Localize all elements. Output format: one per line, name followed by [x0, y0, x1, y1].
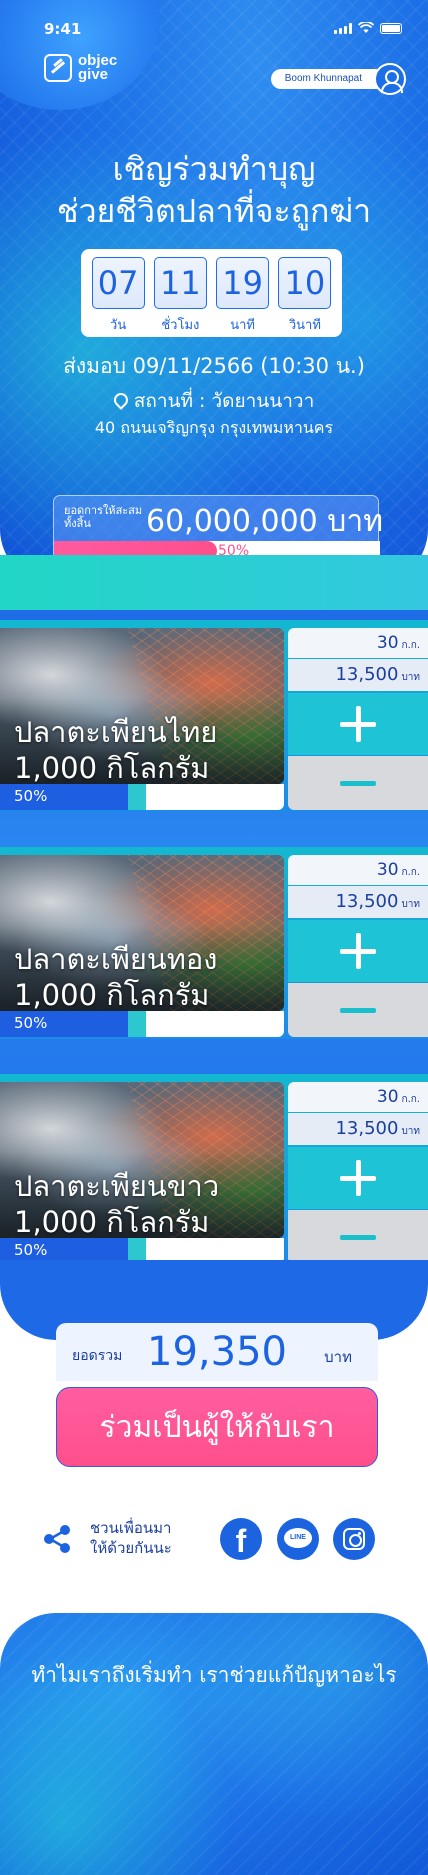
countdown-hours: 11 ชั่วโมง [153, 257, 207, 337]
product-quantity-control: 30 ก.ก. 13,500 บาท [288, 1082, 428, 1264]
line-icon[interactable]: LINE [277, 1518, 319, 1560]
line-logo-text: LINE [284, 1528, 312, 1548]
venue-address: 40 ถนนเจริญกรุง กรุงเทพมหานคร [94, 418, 334, 437]
decrease-quantity-button[interactable] [288, 756, 428, 810]
product-quantity-control: 30 ก.ก. 13,500 บาท [288, 855, 428, 1037]
delivery-date: ส่งมอบ 09/11/2566 (10:30 น.) [63, 354, 365, 378]
countdown-days: 07 วัน [91, 257, 145, 337]
about-section: ทำไมเราถึงเริ่มทำ เราช่วยแก้ปัญหาอะไร [0, 1613, 428, 1875]
product-image: ปลาตะเพียนทอง 1,000 กิโลกรัม [0, 855, 284, 1011]
hero-section: 9:41 objec give Boom Khunnapat เชิญร่วมท… [0, 0, 428, 585]
increase-quantity-button[interactable] [288, 1147, 428, 1209]
logo-mark-icon [44, 54, 72, 82]
countdown-value: 11 [153, 257, 207, 309]
decrease-quantity-button[interactable] [288, 983, 428, 1037]
countdown-minutes: 19 นาที [216, 257, 270, 337]
user-profile[interactable]: Boom Khunnapat [270, 63, 406, 95]
product-quantity: 30 ก.ก. [288, 628, 428, 658]
product-progress-bar: 50% [0, 784, 284, 810]
wifi-icon [358, 22, 374, 33]
location-pin-icon [110, 390, 131, 410]
products-section: ปลาตะเพียนไทย 1,000 กิโลกรัม 50% 30 ก.ก. … [0, 555, 428, 1275]
countdown-timer: 07 วัน 11 ชั่วโมง 19 นาที 10 วินาที [81, 249, 342, 337]
product-price: 13,500 บาท [288, 659, 428, 691]
product-price: 13,500 บาท [288, 886, 428, 918]
product-card: ปลาตะเพียนทอง 1,000 กิโลกรัม 50% 30 ก.ก. … [0, 847, 428, 1039]
total-donation-value: 60,000,000 บาท [146, 504, 383, 539]
product-name: ปลาตะเพียนขาว 1,000 กิโลกรัม [14, 1169, 220, 1238]
product-quantity: 30 ก.ก. [288, 855, 428, 885]
product-progress-percent: 50% [14, 1014, 48, 1032]
countdown-unit: นาที [230, 318, 255, 333]
products-top-band [0, 555, 428, 610]
product-progress-bar: 50% [0, 1011, 284, 1037]
donate-button[interactable]: ร่วมเป็นผู้ให้กับเรา [56, 1387, 378, 1467]
countdown-unit: ชั่วโมง [161, 318, 200, 333]
brand-name-line2: give [78, 66, 109, 83]
countdown-value: 07 [91, 257, 145, 309]
product-quantity-control: 30 ก.ก. 13,500 บาท [288, 628, 428, 810]
decrease-quantity-button[interactable] [288, 1210, 428, 1264]
venue: สถานที่ : วัดยานนาวา [0, 386, 428, 416]
countdown-unit: วัน [110, 318, 127, 333]
product-progress-percent: 50% [14, 1241, 48, 1259]
status-bar-time: 9:41 [44, 20, 82, 38]
venue-text: สถานที่ : วัดยานนาวา [133, 390, 315, 412]
product-image: ปลาตะเพียนไทย 1,000 กิโลกรัม [0, 628, 284, 784]
increase-quantity-button[interactable] [288, 693, 428, 755]
share-icon[interactable] [42, 1524, 72, 1554]
product-name: ปลาตะเพียนไทย 1,000 กิโลกรัม [14, 715, 218, 784]
product-price: 13,500 บาท [288, 1113, 428, 1145]
product-name: ปลาตะเพียนทอง 1,000 กิโลกรัม [14, 942, 218, 1011]
hero-title: เชิญร่วมทำบุญ ช่วยชีวิตปลาที่จะถูกฆ่า [0, 148, 428, 232]
about-headline: ทำไมเราถึงเริ่มทำ เราช่วยแก้ปัญหาอะไร [31, 1663, 397, 1687]
instagram-icon[interactable] [333, 1518, 375, 1560]
countdown-unit: วินาที [288, 318, 321, 333]
user-avatar-icon[interactable] [374, 63, 406, 95]
hero-title-line2: ช่วยชีวิตปลาที่จะถูกฆ่า [56, 192, 372, 230]
order-total-unit: บาท [324, 1348, 352, 1366]
countdown-value: 19 [216, 257, 270, 309]
countdown-value: 10 [278, 257, 332, 309]
total-donation-card: ยอดการให้สะสมทั้งสิ้น 60,000,000 บาท 50% [53, 495, 383, 561]
total-donation-label: ยอดการให้สะสมทั้งสิ้น [64, 504, 143, 530]
product-quantity: 30 ก.ก. [288, 1082, 428, 1112]
hero-title-line1: เชิญร่วมทำบุญ [112, 150, 316, 188]
facebook-icon[interactable]: f [220, 1518, 262, 1560]
status-bar-icons [334, 22, 402, 34]
product-image: ปลาตะเพียนขาว 1,000 กิโลกรัม [0, 1082, 284, 1238]
product-progress-percent: 50% [14, 787, 48, 805]
product-card: ปลาตะเพียนไทย 1,000 กิโลกรัม 50% 30 ก.ก. … [0, 620, 428, 812]
increase-quantity-button[interactable] [288, 920, 428, 982]
product-card: ปลาตะเพียนขาว 1,000 กิโลกรัม 50% 30 ก.ก. … [0, 1074, 428, 1266]
cellular-signal-icon [334, 22, 352, 34]
share-invite-text: ชวนเพื่อนมา ให้ด้วยกันนะ [90, 1519, 172, 1557]
brand-logo[interactable]: objec give [44, 53, 117, 83]
countdown-seconds: 10 วินาที [278, 257, 332, 337]
about-water-background [0, 1613, 428, 1875]
battery-icon [380, 22, 402, 34]
user-name: Boom Khunnapat [270, 69, 386, 89]
order-total-card: ยอดรวม 19,350 บาท [56, 1323, 378, 1381]
